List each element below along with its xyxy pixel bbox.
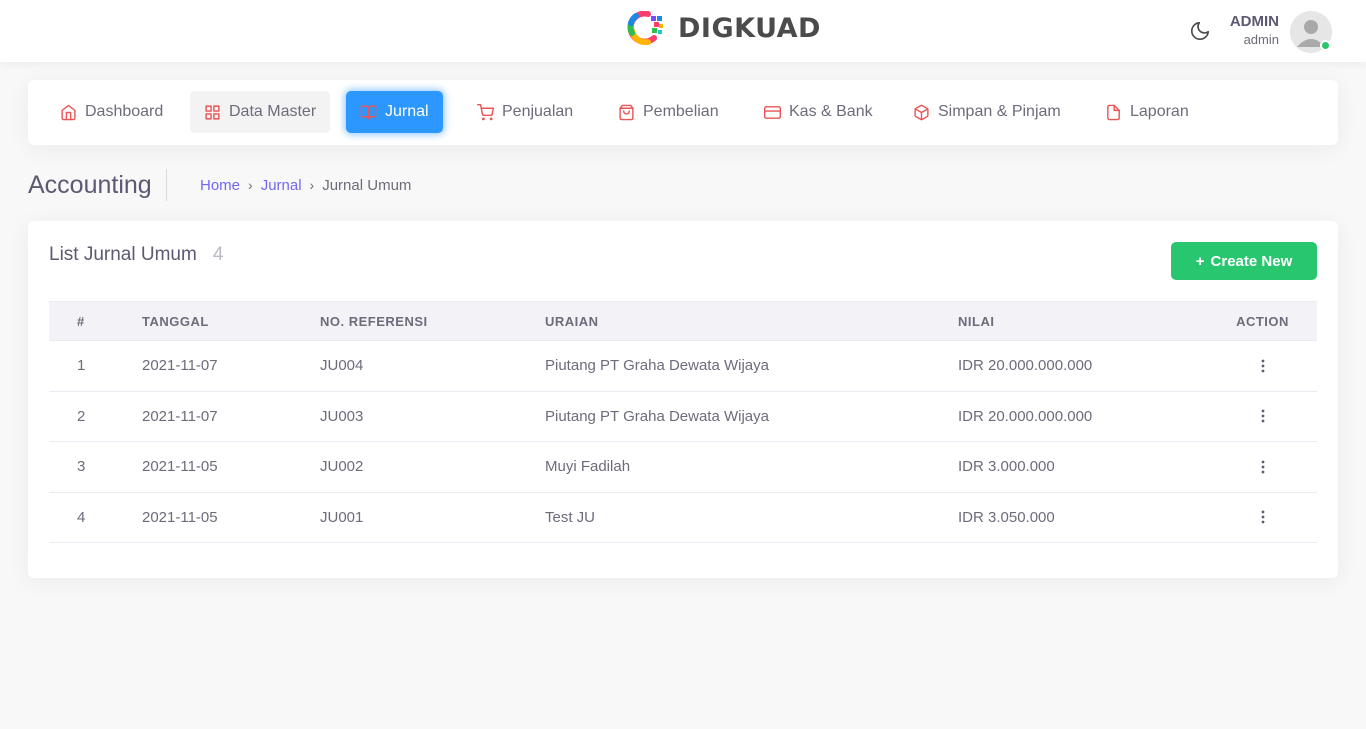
menu-item-dashboard[interactable]: Dashboard [46,91,177,133]
cell-referensi: JU004 [320,340,545,392]
menu-item-label: Dashboard [85,103,164,120]
journal-table: # TANGGAL NO. REFERENSI URAIAN NILAI ACT… [49,301,1317,543]
cell-uraian: Muyi Fadilah [545,441,958,493]
table-row: 4 2021-11-05 JU001 Test JU IDR 3.050.000 [49,492,1317,543]
column-header-referensi[interactable]: NO. REFERENSI [320,301,545,341]
column-header-uraian[interactable]: URAIAN [545,301,958,341]
menu-item-label: Kas & Bank [789,103,873,120]
cell-action [1208,492,1317,543]
menu-item-label: Pembelian [643,103,719,120]
column-header-number: # [49,301,142,341]
menu-item-label: Simpan & Pinjam [938,103,1061,120]
cell-referensi: JU003 [320,391,545,442]
grid-icon [205,104,220,120]
card-title: List Jurnal Umum 4 [49,244,223,266]
menu-item-laporan[interactable]: Laporan [1091,91,1203,133]
brand-logo-icon [627,11,663,45]
book-open-icon [360,104,377,120]
shopping-cart-icon [477,103,494,120]
cell-action [1208,340,1317,392]
column-header-tanggal[interactable]: TANGGAL [142,301,320,341]
breadcrumb-home[interactable]: Home [200,177,240,194]
cell-nilai: IDR 3.000.000 [958,441,1208,493]
user-info[interactable]: ADMIN admin [1230,13,1279,48]
create-new-button[interactable]: + Create New [1171,242,1317,280]
top-navbar: DIGKUAD ADMIN admin [0,0,1366,62]
create-new-label: Create New [1210,252,1293,270]
cell-nilai: IDR 3.050.000 [958,492,1208,543]
cell-number: 4 [49,492,142,543]
cell-tanggal: 2021-11-07 [142,340,320,392]
page-title: Accounting [28,169,167,201]
menu-item-pembelian[interactable]: Pembelian [604,91,733,133]
cell-number: 1 [49,340,142,392]
cell-nilai: IDR 20.000.000.000 [958,391,1208,442]
moon-icon[interactable] [1189,20,1211,42]
breadcrumb-jurnal[interactable]: Jurnal [261,177,302,194]
more-vertical-icon[interactable] [1251,455,1275,479]
menu-item-penjualan[interactable]: Penjualan [463,91,587,133]
plus-icon: + [1195,252,1205,270]
menu-item-kas-bank[interactable]: Kas & Bank [750,91,887,133]
user-name: ADMIN [1229,13,1279,30]
menu-item-simpan-pinjam[interactable]: Simpan & Pinjam [899,91,1075,133]
shopping-bag-icon [619,104,634,120]
menu-item-label: Laporan [1130,103,1189,120]
column-header-action: ACTION [1208,301,1317,341]
home-icon [61,104,76,120]
record-count: 4 [212,244,224,265]
table-row: 1 2021-11-07 JU004 Piutang PT Graha Dewa… [49,340,1317,392]
card-title-text: List Jurnal Umum [49,244,197,265]
brand[interactable]: DIGKUAD [626,10,821,46]
journal-card: List Jurnal Umum 4 + Create New # TANGGA… [28,221,1338,578]
more-vertical-icon[interactable] [1251,404,1275,428]
cell-number: 3 [49,441,142,493]
user-role: admin [1243,32,1279,47]
menu-item-label: Data Master [229,103,317,120]
main-menu: Dashboard Data Master Jurnal Penjualan P… [28,80,1338,145]
cell-referensi: JU001 [320,492,545,543]
menu-item-jurnal[interactable]: Jurnal [346,91,443,133]
box-icon [914,104,929,120]
more-vertical-icon[interactable] [1251,505,1275,529]
cell-tanggal: 2021-11-07 [142,391,320,442]
cell-uraian: Piutang PT Graha Dewata Wijaya [545,340,958,392]
table-row: 2 2021-11-07 JU003 Piutang PT Graha Dewa… [49,391,1317,442]
chevron-right-icon: › [309,177,315,193]
breadcrumb-current: Jurnal Umum [322,176,412,194]
breadcrumb: Home › Jurnal › Jurnal Umum [200,175,411,195]
table-row: 3 2021-11-05 JU002 Muyi Fadilah IDR 3.00… [49,441,1317,493]
cell-uraian: Piutang PT Graha Dewata Wijaya [545,391,958,442]
cell-action [1208,441,1317,493]
cell-number: 2 [49,391,142,442]
online-status-dot [1320,40,1331,51]
cell-nilai: IDR 20.000.000.000 [958,340,1208,392]
file-icon [1107,104,1120,120]
menu-item-label: Jurnal [385,103,429,120]
credit-card-icon [764,105,781,119]
menu-item-data-master[interactable]: Data Master [190,91,331,133]
brand-name: DIGKUAD [678,12,821,44]
cell-tanggal: 2021-11-05 [142,492,320,543]
column-header-nilai[interactable]: NILAI [958,301,1208,341]
cell-tanggal: 2021-11-05 [142,441,320,493]
cell-action [1208,391,1317,442]
more-vertical-icon[interactable] [1251,354,1275,378]
table-header-row: # TANGGAL NO. REFERENSI URAIAN NILAI ACT… [49,301,1317,341]
chevron-right-icon: › [248,177,253,193]
cell-uraian: Test JU [545,492,958,543]
cell-referensi: JU002 [320,441,545,493]
menu-item-label: Penjualan [502,103,574,120]
